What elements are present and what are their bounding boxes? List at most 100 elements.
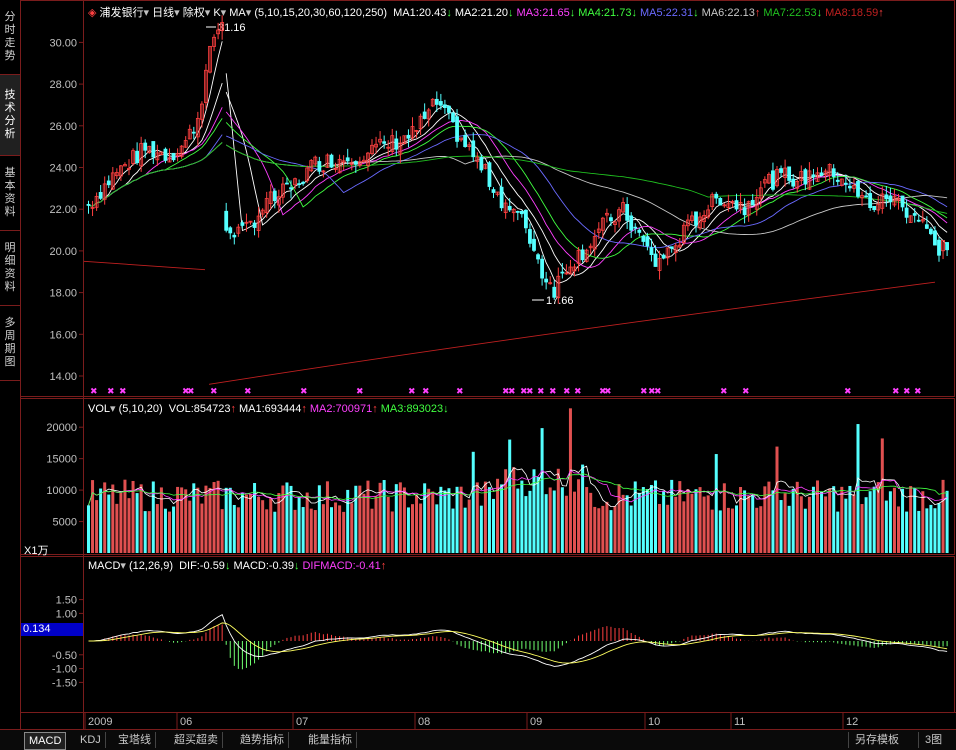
volume-bar [232,504,236,553]
price-panel-frame [20,0,955,397]
dropdown-icon[interactable]: ▾ [110,403,116,415]
volume-bar [139,484,143,553]
candle-body [507,205,512,211]
volume-bar [516,488,520,553]
tab-overbought-oversold[interactable]: 超买超卖 [170,732,223,748]
ma-line-5 [88,41,948,284]
volume-bar [188,500,192,553]
volume-bar [338,505,342,553]
candle-body [540,258,544,279]
volume-bar [945,490,949,553]
volume-bar [135,493,139,553]
candle-body [649,247,654,255]
volume-bar [131,480,135,553]
volume-bar [406,507,410,553]
volume-bar [192,483,196,553]
volume-bar [366,480,370,553]
candle-body [471,140,476,158]
dropdown-icon[interactable]: ▾ [120,560,126,572]
dropdown-icon[interactable]: ▾ [174,7,180,19]
volume-bar [500,484,504,553]
trend-arrow-icon: ↓ [443,403,449,415]
candle-body [455,116,459,142]
volume-bar [552,490,556,553]
price-tick-label: 16.00 [49,329,77,341]
chart-style-selector[interactable]: K [213,7,220,19]
candle-body [434,98,439,105]
volume-bar [119,492,123,553]
volume-bar [864,497,868,553]
candle-body [771,170,775,190]
tab-kdj[interactable]: KDJ [76,732,106,748]
volume-bar [95,500,99,553]
volume-bar [439,486,443,553]
event-marker-icon: ✖ [300,387,308,397]
dropdown-icon[interactable]: ▾ [246,7,252,19]
volume-bar [103,482,107,553]
volume-values: VOL:854723↑ MA1:693444↑ MA2:700971↑ MA3:893… [166,403,449,415]
candle-body [779,168,783,173]
volume-bar [925,508,929,553]
volume-bar [297,496,301,553]
tab-macd[interactable]: MACD [24,732,67,750]
candle-body [135,150,140,164]
candle-body [803,169,808,185]
volume-indicator-selector[interactable]: VOL [88,403,110,415]
candle-body [900,195,905,208]
price-tick-label: 22.00 [49,204,77,216]
tab-energy-indicator[interactable]: 能量指标 [304,732,357,748]
volume-bar [901,488,905,553]
macd-indicator-selector[interactable]: MACD [88,560,120,572]
volume-bar [261,500,265,553]
indicator-selector[interactable]: MA [229,7,246,19]
volume-bar [674,496,678,553]
candle-body [499,186,504,209]
stock-name[interactable]: 浦发银行 [100,7,144,19]
volume-bar [755,507,759,553]
candle-body [98,192,103,199]
volume-bar [787,505,791,553]
volume-bar [147,511,151,553]
dropdown-icon[interactable]: ▾ [205,7,211,19]
candle-body [848,185,852,189]
volume-bar [613,506,617,553]
volume-bar [415,495,419,553]
event-marker-icon: ✖ [107,387,115,397]
candle-body [552,286,557,298]
volume-bar [718,510,722,553]
stock-chart[interactable]: 31.1617.66 30.0028.0026.0024.0022.0020.0… [0,0,956,729]
event-marker-icon: ✖ [844,387,852,397]
dropdown-icon[interactable]: ▾ [221,7,227,19]
macd-values: DIF:-0.59↓ MACD:-0.39↓ DIFMACD:-0.41↑ [176,560,386,572]
event-marker-icon: ✖ [720,387,728,397]
save-template-button[interactable]: 另存模板 [848,732,905,748]
candle-body [447,105,451,113]
volume-bar [398,482,402,553]
volume-bar [208,487,212,553]
trend-arrow-icon: ↑ [301,403,307,415]
volume-bar [747,495,751,553]
volume-bar [597,508,601,553]
volume-bar [447,488,451,553]
tab-pagoda[interactable]: 宝塔线 [114,732,156,748]
volume-bar [91,480,95,553]
volume-bar [573,491,576,553]
trend-arrow-icon: ↑ [380,560,387,572]
tab-trend-indicator[interactable]: 趋势指标 [236,732,289,748]
candle-body [224,210,229,231]
event-marker-icon: ✖ [526,387,534,397]
volume-bar [605,501,609,553]
period-selector[interactable]: 日线 [152,7,174,19]
candle-body [787,166,792,181]
candle-body [819,172,824,176]
dropdown-icon[interactable]: ▾ [144,7,150,19]
event-marker-icon: ✖ [549,387,557,397]
volume-bar [905,511,909,553]
volume-bar [763,486,767,553]
volume-bar [564,495,568,553]
volume-bar [524,496,528,553]
volume-bar [585,487,589,553]
adjust-selector[interactable]: 除权 [183,7,205,19]
chart-count-button[interactable]: 3图 [918,732,948,748]
stock-selector-icon[interactable]: ◈ [88,7,96,19]
